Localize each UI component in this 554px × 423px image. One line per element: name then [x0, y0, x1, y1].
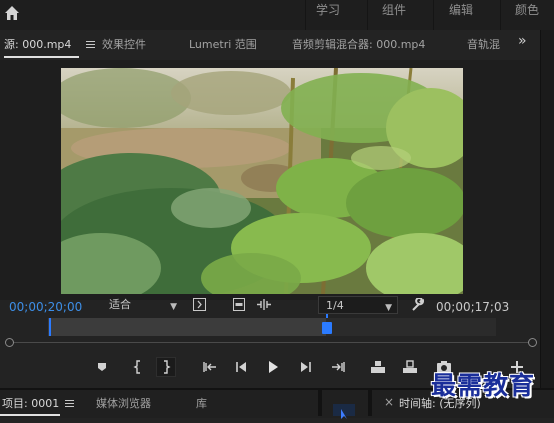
- in-point-marker[interactable]: [49, 318, 51, 336]
- go-to-out-icon: [332, 362, 345, 372]
- tab-libraries[interactable]: 库: [196, 395, 207, 411]
- time-ruler[interactable]: [48, 318, 496, 336]
- selection-tool-icon[interactable]: [333, 407, 355, 419]
- in-out-range: [48, 318, 326, 336]
- panel-menu-icon[interactable]: [86, 41, 95, 48]
- go-to-in-icon: [203, 362, 216, 372]
- tab-audio-clip-mixer[interactable]: 音频剪辑混合器: 000.mp4: [292, 36, 425, 52]
- mark-out-button[interactable]: [156, 357, 176, 377]
- video-frame: [61, 68, 463, 294]
- fit-value: 适合: [109, 298, 131, 311]
- panel-tab-bar: 源: 000.mp4 效果控件 Lumetri 范围 音频剪辑混合器: 000.…: [0, 30, 540, 60]
- tab-media-browser[interactable]: 媒体浏览器: [96, 395, 151, 411]
- home-icon[interactable]: [3, 4, 21, 22]
- tab-lumetri-scopes[interactable]: Lumetri 范围: [189, 36, 257, 52]
- marker-icon: [98, 363, 106, 371]
- video-preview-image: [61, 68, 463, 294]
- safe-margins-icon[interactable]: [193, 298, 206, 311]
- duration-timecode: 00;00;17;03: [436, 300, 510, 314]
- step-back-button[interactable]: [232, 358, 250, 376]
- workspace-bar: 学习 组件 编辑 颜色: [0, 0, 554, 31]
- close-timeline-button[interactable]: ×: [384, 395, 394, 409]
- fit-dropdown[interactable]: 适合 ▼: [104, 296, 182, 314]
- go-to-out-button[interactable]: [329, 358, 347, 376]
- go-to-in-button[interactable]: [201, 358, 219, 376]
- workspace-learn[interactable]: 学习: [316, 0, 340, 30]
- step-forward-icon: [301, 362, 311, 372]
- tab-effect-controls[interactable]: 效果控件: [102, 36, 146, 52]
- playhead-stem: [326, 314, 328, 318]
- current-timecode[interactable]: 00;00;20;00: [9, 300, 82, 314]
- zoom-scrollbar[interactable]: [10, 342, 532, 343]
- mark-in-button[interactable]: [129, 358, 147, 376]
- workspace-color[interactable]: 颜色: [515, 0, 539, 30]
- mark-out-icon: [164, 360, 171, 374]
- workspace-editing[interactable]: 编辑: [449, 0, 473, 30]
- settings-icon[interactable]: [233, 298, 245, 311]
- tab-source[interactable]: 源: 000.mp4: [4, 36, 71, 52]
- chevron-down-icon: ▼: [385, 303, 392, 313]
- watermark: 最需教育: [431, 371, 536, 400]
- play-button[interactable]: [264, 358, 282, 376]
- chevron-down-icon: ▼: [170, 302, 177, 312]
- panel-overflow-button[interactable]: »: [518, 33, 527, 49]
- panel-separator: [318, 388, 322, 416]
- tab-project[interactable]: 项目: 0001: [2, 395, 59, 411]
- source-monitor: [0, 60, 540, 300]
- timeline-tool-strip: [333, 404, 355, 419]
- overwrite-button[interactable]: [401, 358, 419, 376]
- workspace-assembly[interactable]: 组件: [382, 0, 406, 30]
- right-panel-strip: [540, 30, 554, 416]
- step-forward-button[interactable]: [297, 358, 315, 376]
- tab-audio-track-mixer[interactable]: 音轨混: [467, 36, 503, 52]
- insert-icon: [371, 361, 385, 373]
- zoom-handle-right[interactable]: [528, 338, 537, 347]
- step-back-icon: [236, 362, 246, 372]
- active-tab-indicator: [4, 56, 79, 58]
- playhead[interactable]: [322, 322, 332, 334]
- resolution-value: 1/4: [326, 299, 344, 312]
- add-marker-button[interactable]: [93, 358, 111, 376]
- zoom-handle-left[interactable]: [5, 338, 14, 347]
- playback-resolution-dropdown[interactable]: 1/4 ▼: [318, 296, 398, 314]
- overwrite-icon: [403, 360, 417, 373]
- drag-audio-icon[interactable]: [256, 299, 272, 310]
- panel-separator: [368, 388, 372, 416]
- panel-menu-icon[interactable]: [65, 400, 74, 407]
- mark-in-icon: [133, 360, 140, 374]
- wrench-icon[interactable]: [411, 298, 425, 312]
- insert-button[interactable]: [369, 358, 387, 376]
- play-icon: [269, 361, 278, 373]
